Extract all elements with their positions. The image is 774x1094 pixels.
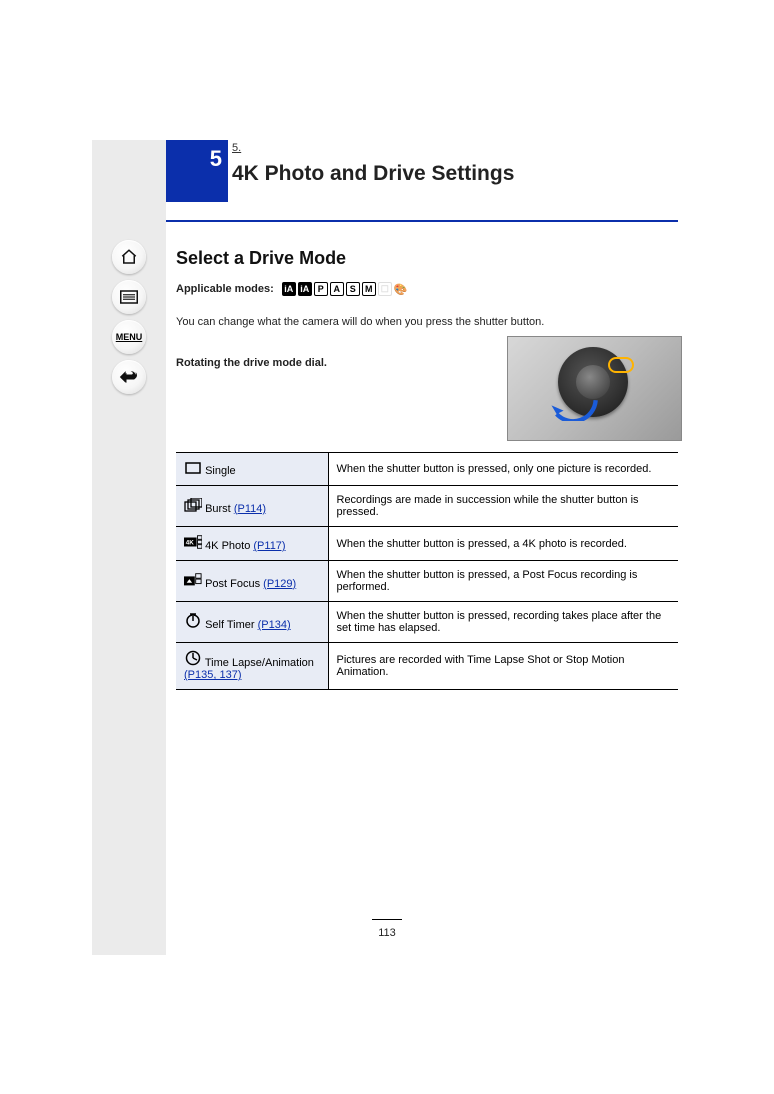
page-ref-link[interactable]: (P129) (263, 578, 296, 590)
instruction-text: Rotating the drive mode dial. (176, 356, 496, 372)
page-ref-link[interactable]: (P114) (234, 503, 266, 515)
sidebar: MENU (92, 140, 166, 955)
drive-label: Post Focus (205, 578, 260, 590)
page-number: 113 (378, 927, 396, 939)
chapter-title: 4K Photo and Drive Settings (232, 162, 514, 186)
drive-label: Time Lapse/Animation (205, 657, 314, 669)
drive-desc: When the shutter button is pressed, a 4K… (337, 538, 627, 550)
menu-button[interactable]: MENU (112, 320, 146, 354)
table-row: Burst (P114) Recordings are made in succ… (176, 486, 678, 527)
back-button[interactable] (112, 360, 146, 394)
list-icon (120, 290, 138, 304)
svg-text:4K: 4K (186, 540, 195, 547)
mode-icon-p: P (314, 282, 328, 296)
dial-highlight (608, 357, 634, 373)
drive-label: Single (205, 465, 236, 477)
mode-icon-m: M (362, 282, 376, 296)
home-icon (120, 248, 138, 266)
camera-photo (507, 336, 682, 441)
drive-label: Self Timer (205, 619, 255, 631)
page-ref-link[interactable]: (P134) (258, 619, 291, 631)
drive-desc: Recordings are made in succession while … (337, 494, 639, 518)
table-row: Self Timer (P134) When the shutter butto… (176, 602, 678, 643)
post-focus-icon (184, 573, 202, 587)
drive-mode-table: Single When the shutter button is presse… (176, 452, 678, 690)
home-button[interactable] (112, 240, 146, 274)
chapter-label: 5. (232, 142, 241, 154)
page-footer: 113 (92, 915, 682, 939)
chapter-badge: 5 (166, 140, 228, 202)
section-title: Select a Drive Mode (176, 248, 346, 269)
page-ref-link[interactable]: (P117) (253, 540, 285, 552)
table-row: Time Lapse/Animation (P135, 137) Picture… (176, 643, 678, 690)
mode-icon-movie: ☐ (378, 282, 392, 296)
drive-label: 4K Photo (205, 540, 250, 552)
drive-desc: When the shutter button is pressed, only… (337, 463, 652, 475)
table-row: Single When the shutter button is presse… (176, 453, 678, 486)
burst-icon (184, 498, 202, 512)
mode-icon-a: A (330, 282, 344, 296)
back-arrow-icon (119, 369, 139, 385)
manual-page: MENU 5 5. 4K Photo and Drive Settings Se… (92, 140, 682, 955)
mode-icon-iaplus: iA (298, 282, 312, 296)
mode-icon-creative: 🎨 (394, 283, 408, 296)
table-row: 4K 4K Photo (P117) When the shutter butt… (176, 527, 678, 561)
timelapse-icon (184, 651, 202, 665)
page-ref-link[interactable]: (P135, 137) (184, 669, 241, 681)
chapter-number: 5 (210, 146, 222, 172)
4k-photo-icon: 4K (184, 535, 202, 549)
applicable-modes: Applicable modes: iA iA P A S M ☐ 🎨 (176, 282, 408, 296)
rotate-arrow-icon (548, 395, 600, 421)
single-icon (184, 461, 202, 475)
contents-button[interactable] (112, 280, 146, 314)
drive-desc: Pictures are recorded with Time Lapse Sh… (337, 654, 625, 678)
self-timer-icon (184, 613, 202, 627)
modes-label: Applicable modes: (176, 283, 274, 295)
drive-label: Burst (205, 503, 231, 515)
divider (166, 220, 678, 222)
intro-text: You can change what the camera will do w… (176, 315, 576, 331)
drive-desc: When the shutter button is pressed, a Po… (337, 569, 638, 593)
mode-icon-ia: iA (282, 282, 296, 296)
mode-icon-s: S (346, 282, 360, 296)
table-row: Post Focus (P129) When the shutter butto… (176, 561, 678, 602)
drive-desc: When the shutter button is pressed, reco… (337, 610, 662, 634)
